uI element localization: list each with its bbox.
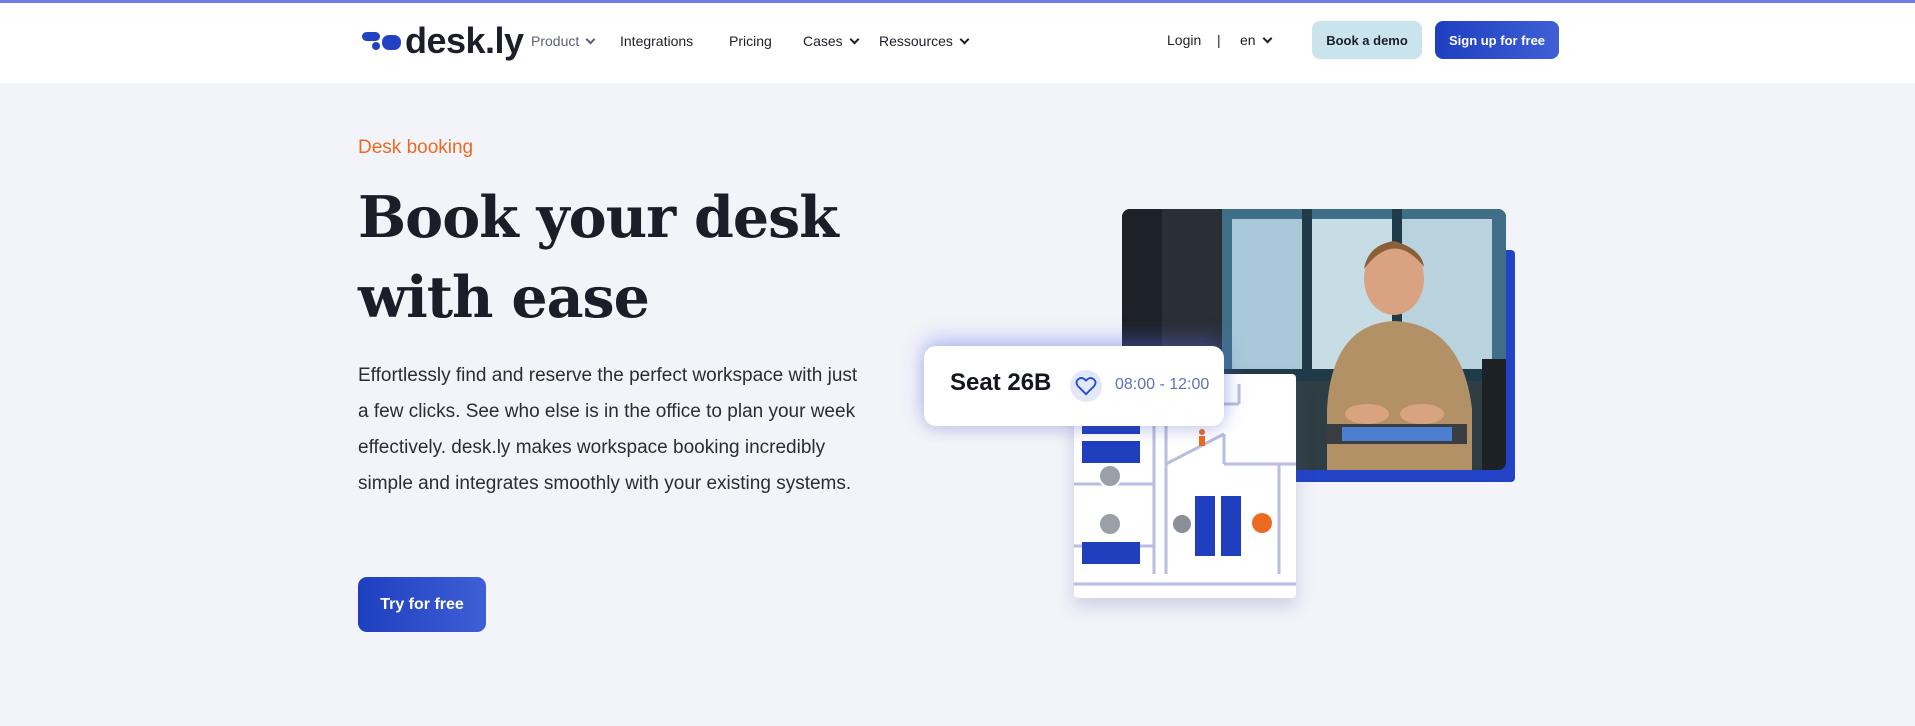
heart-icon xyxy=(1075,377,1097,396)
nav-pricing[interactable]: Pricing xyxy=(729,33,772,49)
hero-description: Effortlessly find and reserve the perfec… xyxy=(358,365,858,494)
hero-title: Book your desk with ease xyxy=(358,184,839,331)
nav-ressources-label: Ressources xyxy=(879,33,953,49)
chevron-down-icon xyxy=(849,34,860,44)
nav-integrations-label: Integrations xyxy=(620,33,694,49)
nav-pricing-label: Pricing xyxy=(729,33,772,49)
language-select[interactable]: en xyxy=(1240,32,1273,48)
logo-mark-icon xyxy=(360,30,402,52)
sign-up-button[interactable]: Sign up for free xyxy=(1435,21,1559,59)
hero-eyebrow: Desk booking xyxy=(358,137,474,158)
chevron-down-icon xyxy=(959,34,970,44)
nav-integrations[interactable]: Integrations xyxy=(620,33,693,49)
nav-separator: | xyxy=(1217,32,1221,48)
nav-cases[interactable]: Cases xyxy=(803,33,860,49)
nav-product[interactable]: Product xyxy=(531,33,596,49)
nav-product-label: Product xyxy=(531,33,580,49)
nav-ressources[interactable]: Ressources xyxy=(879,33,970,49)
chevron-down-icon xyxy=(1262,33,1273,43)
seat-label: Seat 26B xyxy=(950,369,1052,396)
nav-cases-label: Cases xyxy=(803,33,843,49)
booking-card[interactable]: Seat 26B 08:00 - 12:00 xyxy=(924,346,1224,426)
chevron-down-icon xyxy=(585,34,596,44)
language-value: en xyxy=(1240,32,1256,48)
site-header: desk.ly Product Integrations Pricing Cas… xyxy=(0,3,1915,83)
login-link[interactable]: Login xyxy=(1167,32,1201,48)
try-for-free-button[interactable]: Try for free xyxy=(358,577,486,632)
logo[interactable]: desk.ly xyxy=(360,20,524,61)
logo-text: desk.ly xyxy=(405,20,524,61)
favorite-button[interactable] xyxy=(1070,370,1102,402)
book-demo-button[interactable]: Book a demo xyxy=(1312,21,1422,59)
booking-time: 08:00 - 12:00 xyxy=(1115,376,1210,393)
